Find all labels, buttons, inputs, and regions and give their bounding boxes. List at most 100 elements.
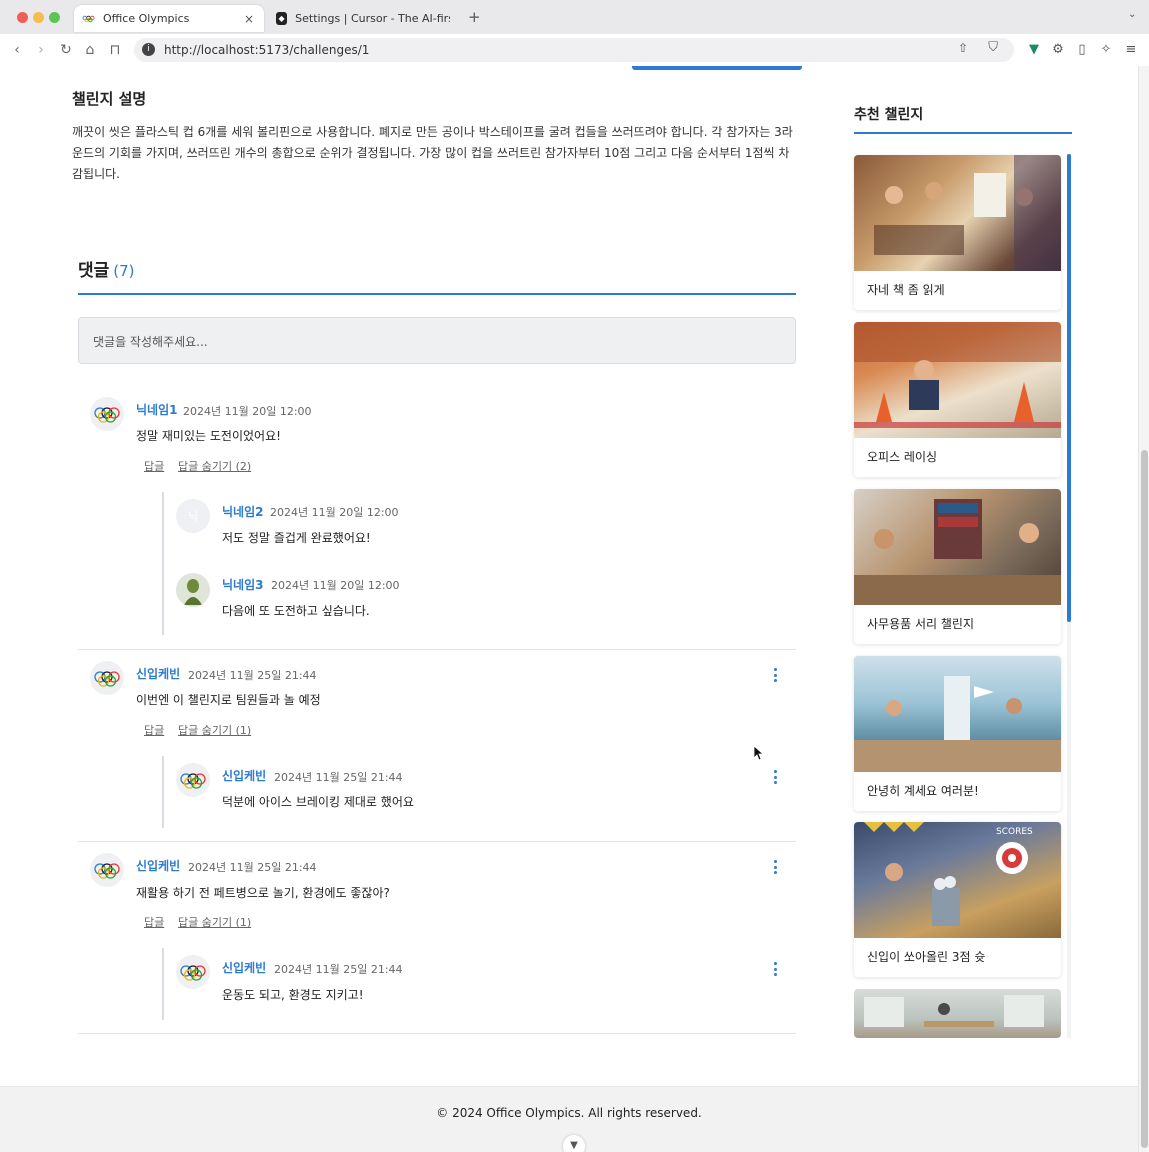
comment-divider <box>78 649 796 650</box>
minimize-window-button[interactable] <box>33 12 44 23</box>
comment-divider <box>78 1033 796 1034</box>
reload-icon[interactable]: ↻ <box>57 41 75 59</box>
svg-text:SCORES: SCORES <box>996 827 1033 837</box>
challenge-card[interactable]: 사무용품 서리 챌린지 <box>854 489 1061 644</box>
avatar <box>90 661 124 695</box>
avatar-initial: 닉 <box>187 510 199 523</box>
challenge-card[interactable]: 오피스 레이싱 <box>854 322 1061 477</box>
sidebar-toggle-icon[interactable]: ▯ <box>1073 41 1091 59</box>
reply-button[interactable]: 답글 <box>144 458 164 474</box>
challenge-card-image <box>854 656 1061 772</box>
challenge-card-label: 신입이 쏘아올린 3점 슛 <box>867 950 986 964</box>
top-accent-bar <box>632 66 802 70</box>
more-options-icon[interactable] <box>771 860 779 874</box>
address-bar[interactable]: i http://localhost:5173/challenges/1 ⇧ ⛉ <box>134 38 1014 62</box>
tab-label: Office Olympics <box>103 12 190 25</box>
comment-date: 2024년 11월 20일 12:00 <box>183 405 312 418</box>
challenge-card[interactable]: 안녕히 계세요 여러분! <box>854 656 1061 811</box>
comment-nickname[interactable]: 신입케빈 <box>136 857 180 874</box>
reply-button[interactable]: 답글 <box>144 914 164 930</box>
avatar: 닉 <box>176 499 210 533</box>
reply-date: 2024년 11월 25일 21:44 <box>274 771 403 784</box>
reply-thread-line <box>162 948 164 1020</box>
close-window-button[interactable] <box>17 12 28 23</box>
avatar <box>176 955 210 989</box>
extensions-icon[interactable]: ⚙ <box>1049 41 1067 59</box>
challenge-description-title: 챌린지 설명 <box>72 90 147 108</box>
comment-nickname[interactable]: 닉네임1 <box>136 401 177 418</box>
challenge-card-image: SCORES <box>854 822 1061 938</box>
reply-text: 덕분에 아이스 브레이킹 제대로 했어요 <box>222 795 414 809</box>
cursor-app-icon: ◆ <box>276 12 288 25</box>
sidebar-scrollbar-thumb[interactable] <box>1067 154 1071 622</box>
new-tab-button[interactable]: + <box>468 8 481 26</box>
comment-date: 2024년 11월 25일 21:44 <box>188 861 317 874</box>
brave-shield-icon[interactable]: ⛉ <box>988 40 998 55</box>
reply-text: 저도 정말 즐겁게 완료했어요! <box>222 531 371 545</box>
recommended-challenges-title: 추천 챌린지 <box>854 107 924 123</box>
more-options-icon[interactable] <box>771 962 779 976</box>
comment-nickname[interactable]: 신입케빈 <box>136 665 180 682</box>
hide-replies-button[interactable]: 답글 숨기기 (2) <box>178 458 251 474</box>
menu-icon[interactable]: ≡ <box>1122 41 1140 59</box>
challenge-card-label: 자네 책 좀 읽게 <box>867 283 945 297</box>
comment-input[interactable]: 댓글을 작성해주세요... <box>78 317 796 364</box>
home-icon[interactable]: ⌂ <box>81 41 99 59</box>
footer-copyright: © 2024 Office Olympics. All rights reser… <box>436 1106 702 1120</box>
bookmark-icon[interactable]: ⊓ <box>106 41 124 59</box>
back-icon[interactable]: ‹ <box>8 41 26 59</box>
mouse-cursor-icon <box>754 746 764 760</box>
avatar <box>90 853 124 887</box>
tab-label: Settings | Cursor - The AI-first Co <box>295 12 450 25</box>
scroll-down-chevron-icon[interactable]: ▼ <box>563 1135 585 1152</box>
share-icon[interactable]: ⇧ <box>958 41 968 55</box>
reply-nickname[interactable]: 닉네임3 <box>222 576 263 593</box>
hide-replies-button[interactable]: 답글 숨기기 (1) <box>178 722 251 738</box>
reply-text: 다음에 또 도전하고 싶습니다. <box>222 604 370 618</box>
challenge-card-label: 사무용품 서리 챌린지 <box>867 617 974 631</box>
tab-office-olympics[interactable]: Office Olympics × <box>74 5 264 32</box>
comment-text: 정말 재미있는 도전이었어요! <box>136 429 281 443</box>
more-options-icon[interactable] <box>771 770 779 784</box>
reply-button[interactable]: 답글 <box>144 722 164 738</box>
leo-ai-icon[interactable]: ✧ <box>1097 41 1115 59</box>
avatar <box>90 397 124 431</box>
page-scrollbar-thumb[interactable] <box>1141 450 1148 1148</box>
zoom-window-button[interactable] <box>49 12 60 23</box>
challenge-card-image <box>854 989 1061 1038</box>
reply-date: 2024년 11월 20일 12:00 <box>270 506 399 519</box>
page-scrollbar[interactable] <box>1138 66 1149 1152</box>
avatar <box>176 573 210 607</box>
challenge-card[interactable]: 자네 책 좀 읽게 <box>854 155 1061 310</box>
challenge-card-image <box>854 155 1061 271</box>
reply-nickname[interactable]: 신입케빈 <box>222 767 266 784</box>
challenge-card-image <box>854 322 1061 438</box>
comments-divider <box>78 293 796 295</box>
reply-date: 2024년 11월 25일 21:44 <box>274 963 403 976</box>
site-info-icon[interactable]: i <box>142 43 155 56</box>
comment-date: 2024년 11월 25일 21:44 <box>188 669 317 682</box>
reply-nickname[interactable]: 신입케빈 <box>222 959 266 976</box>
comment-divider <box>78 841 796 842</box>
reply-date: 2024년 11월 20일 12:00 <box>271 579 400 592</box>
challenge-card[interactable]: SCORES 신입이 쏘아올린 3점 슛 <box>854 822 1061 977</box>
tab-list-chevron-icon[interactable]: ⌄ <box>1128 9 1136 20</box>
comments-title: 댓글 <box>78 261 110 281</box>
page-content: 챌린지 설명 깨끗이 씻은 플라스틱 컵 6개를 세워 볼리핀으로 사용합니다.… <box>0 66 1138 1152</box>
footer: © 2024 Office Olympics. All rights reser… <box>0 1086 1138 1152</box>
reply-thread-line <box>162 756 164 828</box>
hide-replies-button[interactable]: 답글 숨기기 (1) <box>178 914 251 930</box>
forward-icon[interactable]: › <box>32 41 50 59</box>
comment-text: 이번엔 이 챌린지로 팀원들과 놀 예정 <box>136 693 321 707</box>
recommended-divider <box>854 132 1072 134</box>
tab-bar: Office Olympics × ◆ Settings | Cursor - … <box>0 0 1149 34</box>
reply-text: 운동도 되고, 환경도 지키고! <box>222 988 364 1002</box>
challenge-card[interactable] <box>854 989 1061 1038</box>
extension-v-icon[interactable]: ▼ <box>1025 41 1043 59</box>
close-tab-icon[interactable]: × <box>244 12 254 26</box>
challenge-card-label: 오피스 레이싱 <box>867 450 938 464</box>
olympic-rings-icon <box>82 12 95 25</box>
more-options-icon[interactable] <box>771 668 779 682</box>
reply-nickname[interactable]: 닉네임2 <box>222 503 263 520</box>
tab-cursor-settings[interactable]: ◆ Settings | Cursor - The AI-first Co <box>268 5 458 32</box>
